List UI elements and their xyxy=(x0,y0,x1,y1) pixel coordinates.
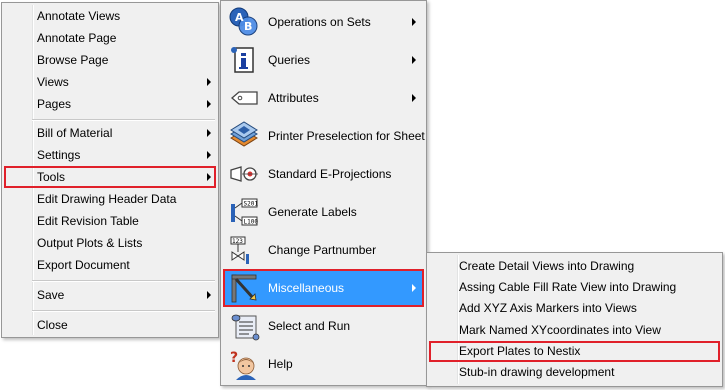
menu-item-annotate-views[interactable]: Annotate Views xyxy=(4,5,216,27)
svg-text:A: A xyxy=(235,11,244,24)
submenu-arrow-icon xyxy=(207,173,211,181)
menu-item-export-plates-to-nestix[interactable]: Export Plates to Nestix xyxy=(429,341,720,362)
menu-item-operations-on-sets[interactable]: A B Operations on Sets xyxy=(223,3,424,41)
menu-item-edit-revision-table[interactable]: Edit Revision Table xyxy=(4,210,216,232)
menu-item-browse-page[interactable]: Browse Page xyxy=(4,49,216,71)
menu-item-help[interactable]: ? Help xyxy=(223,345,424,383)
svg-text:?: ? xyxy=(230,350,238,366)
menu-item-mark-named-xycoordinates[interactable]: Mark Named XYcoordinates into View xyxy=(429,320,720,341)
menu-item-generate-labels[interactable]: S201 L100 Generate Labels xyxy=(223,193,424,231)
menu-separator xyxy=(32,119,215,121)
menu-item-create-detail-views[interactable]: Create Detail Views into Drawing xyxy=(429,256,720,277)
menu-separator xyxy=(32,280,215,282)
menu-item-stub-in-drawing-development[interactable]: Stub-in drawing development xyxy=(429,362,720,383)
menu-item-printer-preselection[interactable]: Printer Preselection for Sheet xyxy=(223,117,425,155)
svg-text:B: B xyxy=(244,20,252,33)
miscellaneous-submenu: Create Detail Views into Drawing Assing … xyxy=(426,252,723,387)
tools-submenu: A B Operations on Sets Queries Attribute… xyxy=(220,0,427,386)
partnumber-icon: 123 xyxy=(228,234,260,266)
menu-item-output-plots-lists[interactable]: Output Plots & Lists xyxy=(4,232,216,254)
menu-item-attributes[interactable]: Attributes xyxy=(223,79,424,117)
miscellaneous-icon xyxy=(228,272,260,304)
menu-item-miscellaneous[interactable]: Miscellaneous xyxy=(223,269,424,307)
submenu-arrow-icon xyxy=(207,78,211,86)
menu-item-edit-drawing-header-data[interactable]: Edit Drawing Header Data xyxy=(4,188,216,210)
printer-stack-icon xyxy=(228,120,260,152)
context-menu-main: Annotate Views Annotate Page Browse Page… xyxy=(1,2,219,338)
menu-item-views[interactable]: Views xyxy=(4,71,216,93)
menu-item-bill-of-material[interactable]: Bill of Material xyxy=(4,122,216,144)
menu-item-select-and-run[interactable]: Select and Run xyxy=(223,307,424,345)
projection-symbol-icon xyxy=(228,158,260,190)
menu-item-export-document[interactable]: Export Document xyxy=(4,254,216,276)
help-person-icon: ? xyxy=(228,348,260,380)
menu-item-settings[interactable]: Settings xyxy=(4,144,216,166)
svg-text:123: 123 xyxy=(232,238,243,245)
menu-item-annotate-page[interactable]: Annotate Page xyxy=(4,27,216,49)
sets-ab-icon: A B xyxy=(228,6,260,38)
menu-item-close[interactable]: Close xyxy=(4,314,216,336)
script-scroll-icon xyxy=(228,310,260,342)
submenu-arrow-icon xyxy=(207,129,211,137)
menu-item-add-xyz-axis-markers[interactable]: Add XYZ Axis Markers into Views xyxy=(429,298,720,319)
menu-separator xyxy=(32,310,215,312)
menu-item-assing-cable-fill-rate[interactable]: Assing Cable Fill Rate View into Drawing xyxy=(429,277,720,298)
submenu-arrow-icon xyxy=(412,94,416,102)
menu-item-standard-e-projections[interactable]: Standard E-Projections xyxy=(223,155,424,193)
menu-item-pages[interactable]: Pages xyxy=(4,93,216,115)
query-info-icon xyxy=(228,44,260,76)
svg-text:L100: L100 xyxy=(244,219,259,226)
menu-item-queries[interactable]: Queries xyxy=(223,41,424,79)
submenu-arrow-icon xyxy=(412,284,416,292)
svg-text:S201: S201 xyxy=(244,201,259,208)
submenu-arrow-icon xyxy=(207,100,211,108)
menu-item-change-partnumber[interactable]: 123 Change Partnumber xyxy=(223,231,424,269)
submenu-arrow-icon xyxy=(207,151,211,159)
submenu-arrow-icon xyxy=(207,291,211,299)
tag-icon xyxy=(228,82,260,114)
submenu-arrow-icon xyxy=(412,56,416,64)
menu-item-tools[interactable]: Tools xyxy=(4,166,216,188)
labels-icon: S201 L100 xyxy=(228,196,260,228)
submenu-arrow-icon xyxy=(412,18,416,26)
menu-item-save[interactable]: Save xyxy=(4,284,216,306)
